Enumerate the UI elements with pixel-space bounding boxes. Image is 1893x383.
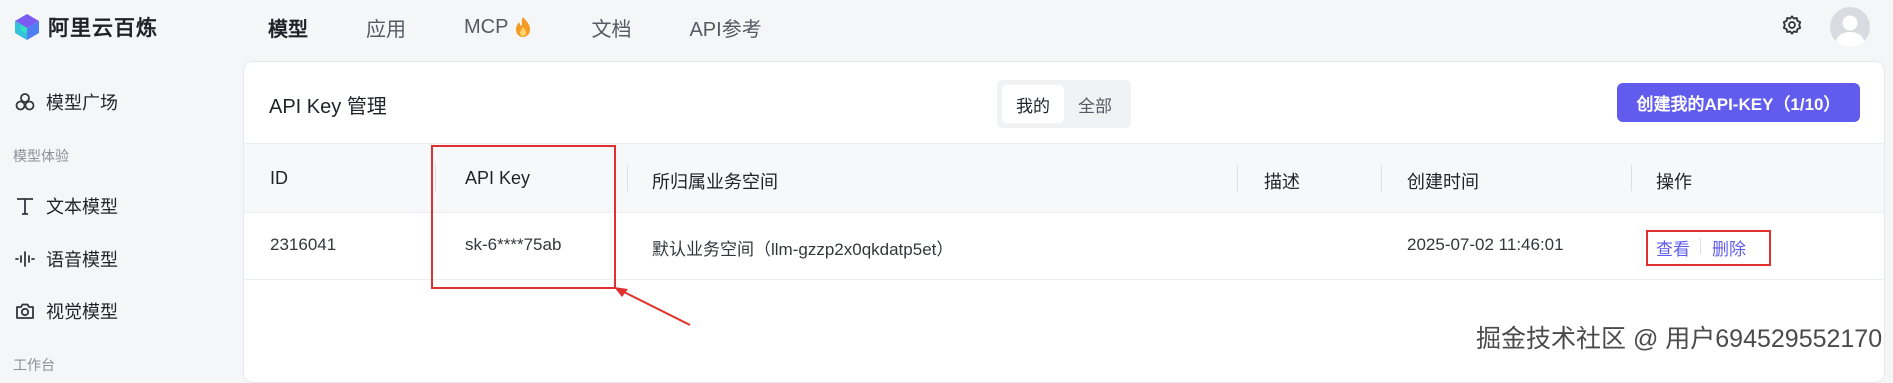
delete-link[interactable]: 删除 <box>1712 235 1746 260</box>
text-icon <box>17 198 33 215</box>
brand-name: 阿里云百炼 <box>48 17 158 40</box>
column-header-description: 描述 <box>1264 172 1300 192</box>
nav-item-api-reference[interactable]: API参考 <box>689 13 761 42</box>
sidebar-group-model-experience: 模型体验 <box>13 148 69 164</box>
sidebar-group-workbench: 工作台 <box>13 357 55 373</box>
sidebar-item-label: 文本模型 <box>46 197 118 217</box>
audio-wave-icon <box>15 251 35 267</box>
nav-item-label: MCP <box>464 15 509 38</box>
sidebar-item-text-models[interactable]: 文本模型 <box>14 192 118 220</box>
sidebar-item-label: 视觉模型 <box>46 302 118 322</box>
nav-item-label: 模型 <box>268 18 308 41</box>
column-divider <box>1631 165 1632 191</box>
top-bar: 阿里云百炼 模型 应用 MCP 文档 API参考 <box>0 0 1893 55</box>
user-silhouette-icon <box>1835 15 1865 47</box>
watermark: 掘金技术社区 @ 用户694529552170 <box>1476 325 1883 353</box>
scope-segmented-control: 我的 全部 <box>997 80 1131 128</box>
nav-item-label: API参考 <box>689 18 762 41</box>
column-divider <box>627 165 628 191</box>
cell-id: 2316041 <box>270 235 337 254</box>
cell-api-key: sk-6****75ab <box>465 235 562 254</box>
column-header-actions: 操作 <box>1656 172 1692 192</box>
sidebar-item-label: 语音模型 <box>46 250 118 270</box>
page-title: API Key 管理 <box>269 96 387 118</box>
segment-mine[interactable]: 我的 <box>1002 85 1064 123</box>
fire-icon <box>516 17 531 37</box>
sidebar-item-vision-models[interactable]: 视觉模型 <box>14 297 118 325</box>
action-divider <box>1700 238 1701 254</box>
table-row: 2316041 sk-6****75ab 默认业务空间（llm-gzzp2x0q… <box>244 212 1884 280</box>
column-header-api-key: API Key <box>465 168 531 188</box>
column-divider <box>1381 165 1382 191</box>
nav-item-mcp[interactable]: MCP <box>464 16 533 39</box>
cell-workspace: 默认业务空间（llm-gzzp2x0qkdatp5et） <box>652 240 954 259</box>
gear-icon[interactable] <box>1781 14 1803 36</box>
main-nav: 模型 应用 MCP 文档 API参考 <box>268 12 820 42</box>
avatar[interactable] <box>1830 7 1870 47</box>
bailian-logo-icon <box>15 14 39 40</box>
column-divider <box>1237 165 1238 191</box>
model-plaza-icon <box>15 93 35 111</box>
column-divider <box>435 165 436 191</box>
sidebar-item-model-plaza[interactable]: 模型广场 <box>14 88 118 116</box>
table-header: ID API Key 所归属业务空间 描述 创建时间 操作 <box>244 143 1884 213</box>
sidebar-item-label: 模型广场 <box>46 93 118 113</box>
nav-item-label: 应用 <box>366 18 406 41</box>
column-header-id: ID <box>270 168 288 188</box>
view-link[interactable]: 查看 <box>1656 235 1690 260</box>
sidebar-item-audio-models[interactable]: 语音模型 <box>14 245 118 273</box>
brand[interactable]: 阿里云百炼 <box>12 11 158 43</box>
cell-created-at: 2025-07-02 11:46:01 <box>1407 235 1564 254</box>
nav-item-docs[interactable]: 文档 <box>591 13 631 42</box>
camera-icon <box>16 303 34 319</box>
column-header-workspace: 所归属业务空间 <box>652 172 778 192</box>
column-header-created-at: 创建时间 <box>1407 172 1479 192</box>
create-api-key-button[interactable]: 创建我的API-KEY（1/10） <box>1617 83 1860 122</box>
nav-item-label: 文档 <box>591 18 632 41</box>
sidebar: 模型广场 模型体验 文本模型 语音模型 视觉模型 工作台 <box>0 55 242 373</box>
nav-item-models[interactable]: 模型 <box>268 13 308 42</box>
segment-all[interactable]: 全部 <box>1064 85 1126 123</box>
nav-item-apps[interactable]: 应用 <box>366 13 406 42</box>
